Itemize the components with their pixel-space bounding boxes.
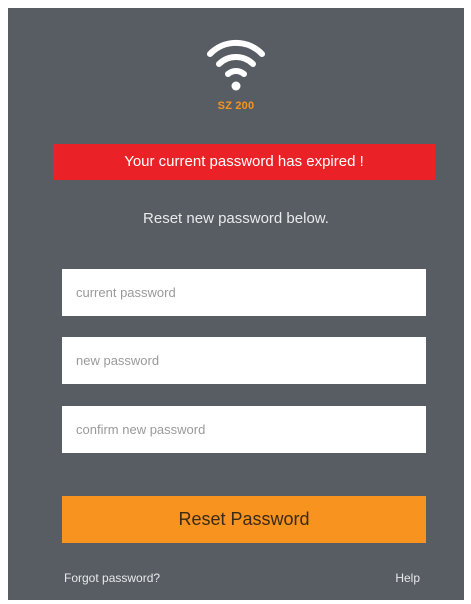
model-name: SZ 200	[217, 100, 255, 112]
brand-logo: SZ 200	[8, 30, 464, 112]
password-expired-alert: Your current password has expired !	[53, 144, 435, 180]
wifi-icon	[207, 39, 265, 91]
help-link[interactable]: Help	[395, 571, 420, 585]
instruction-text: Reset new password below.	[143, 210, 329, 227]
current-password-input[interactable]	[62, 269, 426, 316]
new-password-input[interactable]	[62, 337, 426, 384]
forgot-password-link[interactable]: Forgot password?	[64, 571, 160, 585]
confirm-password-input[interactable]	[62, 406, 426, 453]
reset-password-button[interactable]: Reset Password	[62, 496, 426, 543]
login-panel: SZ 200 Your current password has expired…	[8, 8, 464, 600]
